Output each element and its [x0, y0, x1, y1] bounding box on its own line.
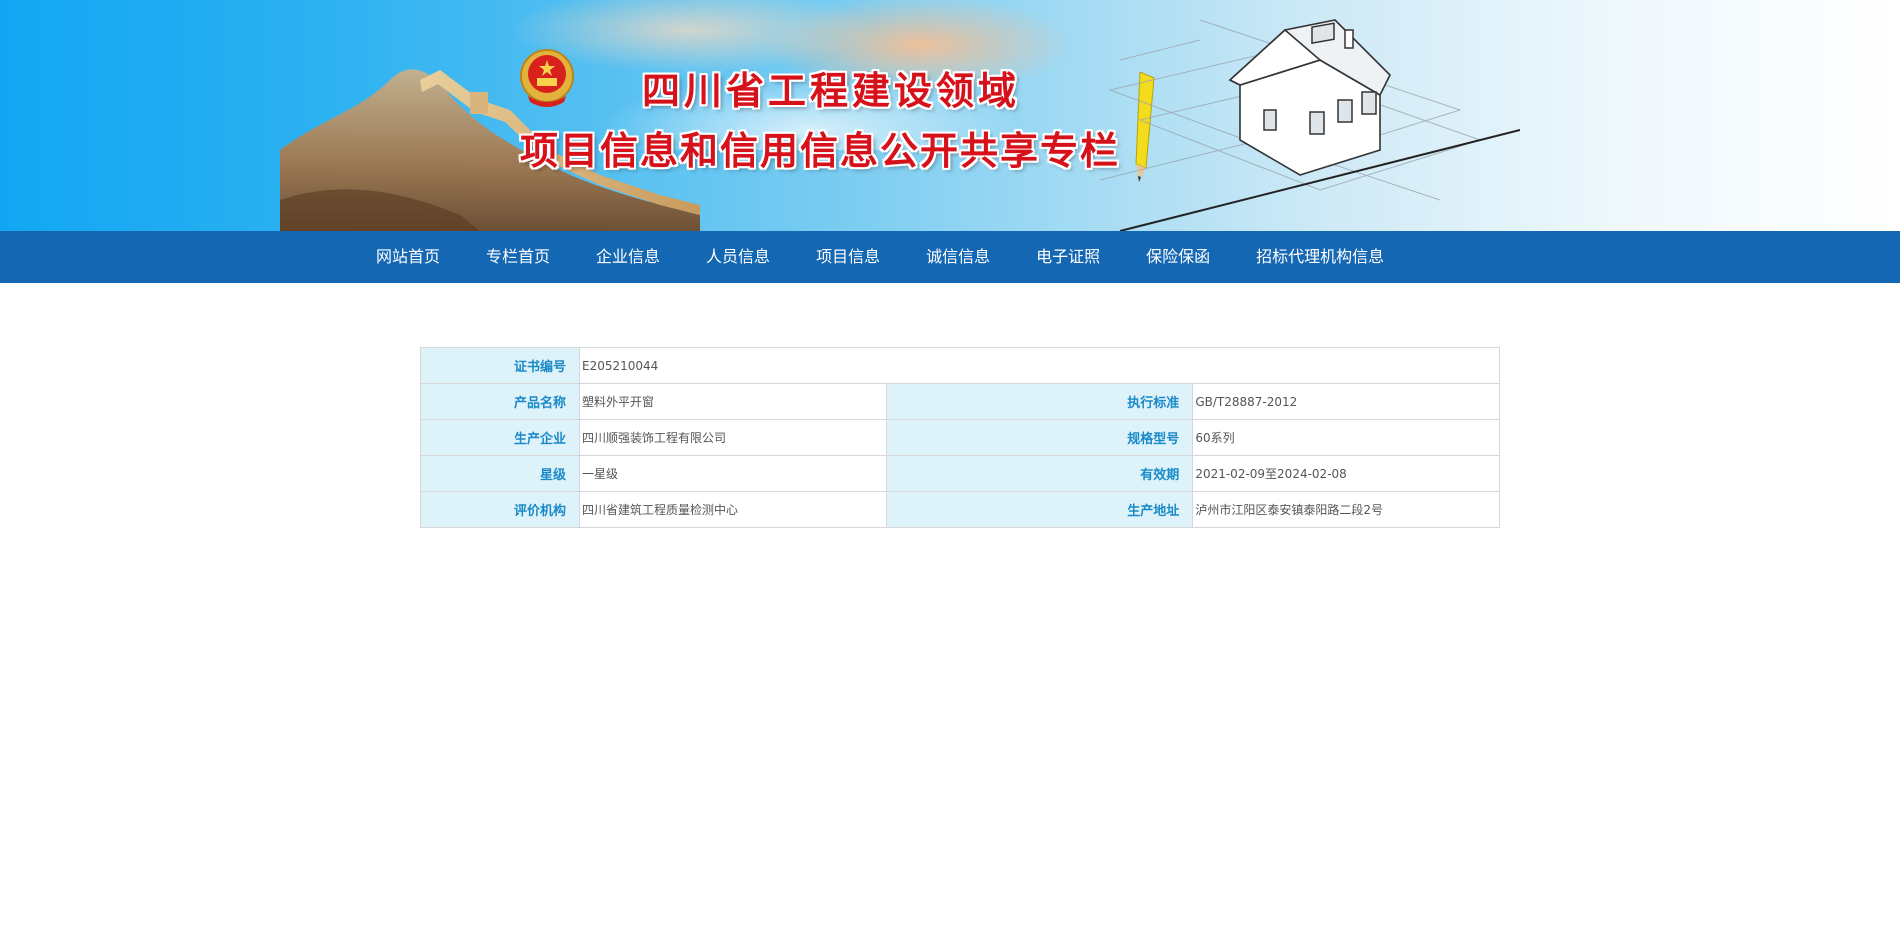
product-name-label: 产品名称: [420, 383, 580, 420]
banner-title-line1: 四川省工程建设领域: [642, 69, 1021, 113]
great-wall-illustration: [280, 69, 700, 231]
table-row: 星级 一星级 有效期 2021-02-09至2024-02-08: [420, 455, 1500, 492]
table-row: 产品名称 塑料外平开窗 执行标准 GB/T28887-2012: [420, 383, 1500, 420]
nav-item-column-home[interactable]: 专栏首页: [463, 231, 573, 283]
nav-items: 网站首页 专栏首页 企业信息 人员信息 项目信息 诚信信息 电子证照 保险保函 …: [353, 231, 1407, 283]
table-row: 生产企业 四川顺强装饰工程有限公司 规格型号 60系列: [420, 419, 1500, 456]
nav-item-bidding-agency-info[interactable]: 招标代理机构信息: [1233, 231, 1407, 283]
manufacturer-label: 生产企业: [420, 419, 580, 456]
nav-item-insurance-guarantee[interactable]: 保险保函: [1123, 231, 1233, 283]
nav-item-e-license[interactable]: 电子证照: [1013, 231, 1123, 283]
main-nav: 网站首页 专栏首页 企业信息 人员信息 项目信息 诚信信息 电子证照 保险保函 …: [0, 231, 1900, 283]
table-row: 评价机构 四川省建筑工程质量检测中心 生产地址 泸州市江阳区泰安镇泰阳路二段2号: [420, 491, 1500, 528]
banner-title-line2: 项目信息和信用信息公开共享专栏: [520, 129, 1121, 173]
certificate-info-table: 证书编号 E205210044 产品名称 塑料外平开窗 执行标准 GB/T288…: [420, 347, 1500, 528]
house-blueprint-illustration: [1099, 19, 1520, 231]
nav-item-project-info[interactable]: 项目信息: [793, 231, 903, 283]
cert-no-label: 证书编号: [420, 347, 580, 384]
address-label: 生产地址: [885, 491, 1194, 528]
star-value: 一星级: [579, 455, 887, 492]
nav-item-credit-info[interactable]: 诚信信息: [903, 231, 1013, 283]
address-value: 泸州市江阳区泰安镇泰阳路二段2号: [1192, 491, 1500, 528]
nav-item-site-home[interactable]: 网站首页: [353, 231, 463, 283]
nav-item-personnel-info[interactable]: 人员信息: [683, 231, 793, 283]
manufacturer-value: 四川顺强装饰工程有限公司: [579, 419, 887, 456]
validity-label: 有效期: [885, 455, 1194, 492]
standard-label: 执行标准: [885, 383, 1194, 420]
star-label: 星级: [420, 455, 580, 492]
nav-item-enterprise-info[interactable]: 企业信息: [573, 231, 683, 283]
cert-no-value: E205210044: [579, 347, 1500, 384]
header-banner: 四川省工程建设领域 项目信息和信用信息公开共享专栏: [0, 0, 1900, 231]
model-value: 60系列: [1192, 419, 1500, 456]
product-name-value: 塑料外平开窗: [579, 383, 887, 420]
org-label: 评价机构: [420, 491, 580, 528]
standard-value: GB/T28887-2012: [1192, 383, 1500, 420]
org-value: 四川省建筑工程质量检测中心: [579, 491, 887, 528]
validity-value: 2021-02-09至2024-02-08: [1192, 455, 1500, 492]
table-row: 证书编号 E205210044: [420, 347, 1500, 384]
model-label: 规格型号: [885, 419, 1194, 456]
national-emblem-icon: [520, 49, 574, 107]
